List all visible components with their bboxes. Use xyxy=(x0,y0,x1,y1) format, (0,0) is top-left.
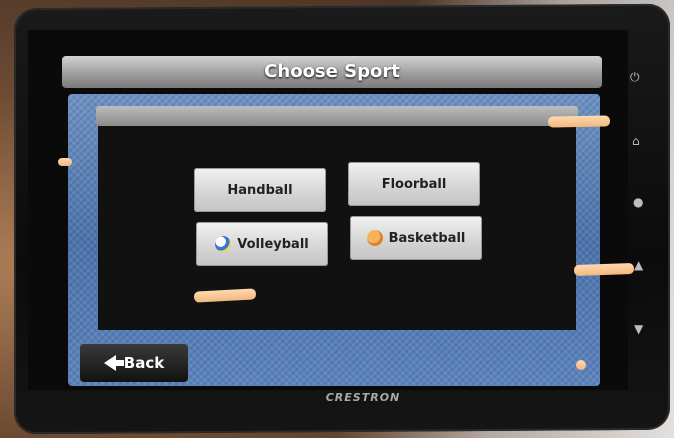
back-label: Back xyxy=(123,354,165,372)
back-button[interactable]: Back xyxy=(80,344,188,382)
page-title: Choose Sport xyxy=(264,61,400,82)
tape-strip-top-right xyxy=(547,115,611,128)
volleyball-icon xyxy=(215,236,232,252)
handball-label: Handball xyxy=(227,182,293,198)
floorball-label: Floorball xyxy=(381,176,447,192)
home-icon[interactable]: ⌂ xyxy=(632,134,640,148)
volume-down-icon[interactable]: ▼ xyxy=(634,322,643,336)
power-icon[interactable]: ⏻ xyxy=(630,70,640,85)
back-arrow-icon xyxy=(103,355,124,371)
light-icon[interactable]: ● xyxy=(633,195,643,209)
tape-strip-right xyxy=(573,262,635,277)
basketball-icon xyxy=(366,230,383,246)
basketball-label: Basketball xyxy=(388,230,466,246)
tape-strip-bottom-right xyxy=(576,360,586,370)
volume-up-icon[interactable]: ▲ xyxy=(634,258,643,272)
tape-strip-left xyxy=(58,158,72,166)
sport-selection-panel xyxy=(98,126,576,330)
handball-button[interactable]: Handball xyxy=(194,168,326,212)
floorball-button[interactable]: Floorball xyxy=(348,162,480,206)
brand-logo: CRESTRON xyxy=(325,391,401,404)
volleyball-button[interactable]: Volleyball xyxy=(196,222,328,266)
basketball-button[interactable]: Basketball xyxy=(350,216,482,260)
volleyball-label: Volleyball xyxy=(237,236,309,252)
inner-header-bar xyxy=(96,106,578,126)
